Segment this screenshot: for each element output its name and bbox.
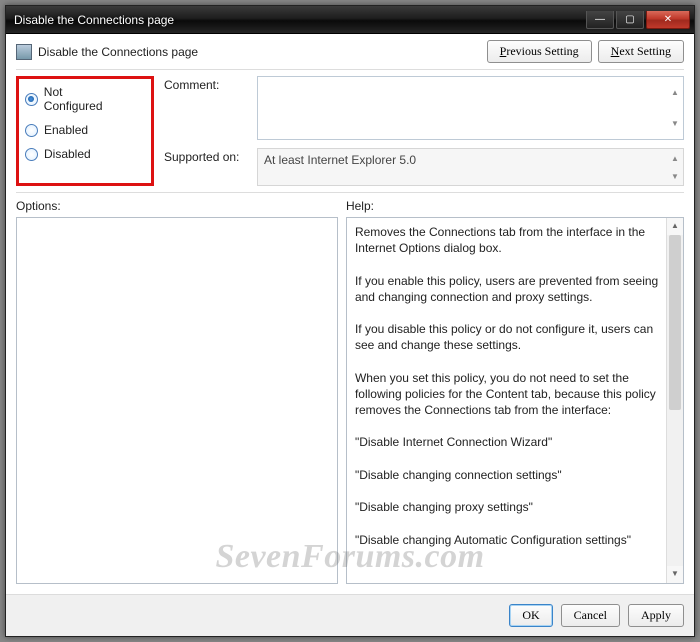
comment-label: Comment: [164,76,249,92]
radio-label: Not Configured [44,85,123,113]
help-scrollbar[interactable]: ▲ ▼ [666,218,683,583]
window-title: Disable the Connections page [14,13,586,27]
page-title: Disable the Connections page [38,45,198,59]
radio-icon [25,124,38,137]
scroll-thumb[interactable] [669,235,681,410]
gpedit-policy-window: Disable the Connections page ― ▢ ✕ Disab… [5,5,695,637]
cancel-button[interactable]: Cancel [561,604,620,627]
supported-on-box: At least Internet Explorer 5.0 ▲ ▼ [257,148,684,186]
field-column: Comment: ▲ ▼ Supported on: At least Inte… [164,76,684,186]
chevron-down-icon[interactable]: ▼ [667,167,683,185]
lower-row: Options: Help: Removes the Connections t… [16,199,684,584]
header-row: Disable the Connections page Previous Se… [16,40,684,63]
ok-button[interactable]: OK [509,604,552,627]
chevron-up-icon[interactable]: ▲ [667,218,683,235]
separator [16,192,684,193]
radio-not-configured[interactable]: Not Configured [25,85,123,113]
config-row: Not Configured Enabled Disabled Comment: [16,76,684,186]
policy-icon [16,44,32,60]
client-area: Disable the Connections page Previous Se… [6,34,694,594]
state-radio-group: Not Configured Enabled Disabled [16,76,154,186]
supported-value: At least Internet Explorer 5.0 [264,153,416,167]
supported-row: Supported on: At least Internet Explorer… [164,148,684,186]
previous-setting-button[interactable]: Previous Setting [487,40,592,63]
supported-label: Supported on: [164,148,249,164]
radio-label: Enabled [44,123,88,137]
chevron-down-icon[interactable]: ▼ [667,108,683,139]
apply-button[interactable]: Apply [628,604,684,627]
radio-enabled[interactable]: Enabled [25,123,123,137]
radio-icon [25,148,38,161]
separator [16,69,684,70]
options-panel [16,217,338,584]
nav-buttons: Previous Setting Next Setting [487,40,684,63]
help-column: Help: Removes the Connections tab from t… [346,199,684,584]
minimize-button[interactable]: ― [586,11,614,29]
chevron-down-icon[interactable]: ▼ [667,566,683,583]
help-panel: Removes the Connections tab from the int… [346,217,684,584]
options-column: Options: [16,199,338,584]
help-body: Removes the Connections tab from the int… [355,225,662,547]
radio-disabled[interactable]: Disabled [25,147,123,161]
chevron-up-icon[interactable]: ▲ [667,149,683,167]
comment-row: Comment: ▲ ▼ [164,76,684,140]
comment-textarea[interactable]: ▲ ▼ [257,76,684,140]
chevron-up-icon[interactable]: ▲ [667,77,683,108]
comment-scroll[interactable]: ▲ ▼ [667,77,683,139]
supported-scroll[interactable]: ▲ ▼ [667,149,683,185]
help-label: Help: [346,199,684,213]
window-controls: ― ▢ ✕ [586,11,690,29]
window-titlebar[interactable]: Disable the Connections page ― ▢ ✕ [6,6,694,34]
dialog-footer: OK Cancel Apply [6,594,694,636]
radio-label: Disabled [44,147,91,161]
close-button[interactable]: ✕ [646,11,690,29]
scroll-track[interactable] [667,410,683,566]
next-setting-button[interactable]: Next Setting [598,40,684,63]
radio-icon [25,93,38,106]
maximize-button[interactable]: ▢ [616,11,644,29]
options-label: Options: [16,199,338,213]
